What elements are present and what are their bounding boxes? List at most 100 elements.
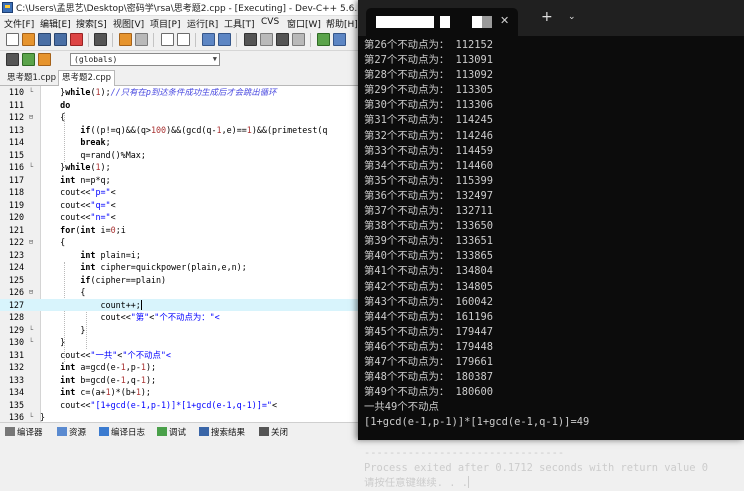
rebuild-icon[interactable] [292,33,305,46]
code-line[interactable]: 115 q=rand()%Max; [0,149,360,162]
code-line[interactable]: 118 cout<<"p="< [0,186,360,199]
code-line[interactable]: 114 break; [0,136,360,149]
fold-marker [26,399,36,412]
menu-window[interactable]: 窗口[W] [287,17,321,30]
code-line[interactable]: 131 cout<<"一共"<"个不动点"< [0,349,360,362]
save-icon[interactable] [38,33,51,46]
open-file-icon[interactable] [22,33,35,46]
code-line[interactable]: 130 └ } [0,336,360,349]
code-line[interactable]: 135 cout<<"[1+gcd(e-1,p-1)]*[1+gcd(e-1,q… [0,399,360,412]
tab-file-2[interactable]: 思考题2.cpp [58,70,116,86]
fold-marker [26,124,36,137]
code-line[interactable]: 128 cout<<"第"<"个不动点为："< [0,311,360,324]
compile-icon[interactable] [244,33,257,46]
tab-icon [440,16,450,28]
debug-tab[interactable]: 调试 [157,426,186,438]
console-line: 第33个不动点为： 114459 [364,144,494,157]
console-line: 第28个不动点为： 113092 [364,69,494,82]
line-number: 121 [8,224,24,235]
line-number: 117 [8,174,24,185]
fold-toggle-icon[interactable]: ⊟ [26,111,36,124]
terminal-tab[interactable]: ✕ [366,8,518,36]
find-icon[interactable] [161,33,174,46]
code-line[interactable]: 127 count++; [0,298,360,311]
terminal-tab-title [376,16,434,28]
compiler-tab-label: 编译器 [17,428,43,438]
code-line[interactable]: 125 if(cipher==plain) [0,274,360,287]
line-number: 124 [8,262,24,272]
toggle-bookmark-icon[interactable] [38,53,51,66]
code-text: }while(1); [40,162,111,172]
insert-icon[interactable] [22,53,35,66]
console-window[interactable]: ✕ + ⌄ 第26个不动点为： 112152 第27个不动点为： 113091 第2… [358,0,744,489]
menu-file[interactable]: 文件[F] [4,17,34,30]
code-line[interactable]: 111 do [0,99,360,112]
menu-view[interactable]: 视图[V] [113,17,144,30]
code-line[interactable]: 134 int c=(a+1)*(b+1); [0,386,360,399]
menu-project[interactable]: 项目[P] [150,17,180,30]
console-line: 第26个不动点为： 112152 [364,39,494,51]
code-line[interactable]: 132 int a=gcd(e-1,p-1); [0,361,360,374]
code-line[interactable]: 126 ⊟ { [0,286,360,299]
code-line[interactable]: 133 int b=gcd(e-1,q-1); [0,374,360,387]
close-panel-button[interactable]: 关闭 [259,426,288,438]
save-all-icon[interactable] [54,33,67,46]
new-file-icon[interactable] [6,33,19,46]
code-line[interactable]: 117 int n=p*q; [0,174,360,187]
menu-tools[interactable]: 工具[T] [224,17,255,30]
code-editor[interactable]: 110 └ }while(1);//只有在p到达条件成功生成后才会跳出循环 111 … [0,86,360,422]
code-line[interactable]: 129 └ } [0,324,360,337]
code-line[interactable]: 113 if((p!=q)&&(q>100)&&(gcd(q-1,e)==1)&… [0,124,360,137]
code-text: if((p!=q)&&(q>100)&&(gcd(q-1,e)==1)&&(pr… [80,124,328,135]
class-browser-icon[interactable] [6,53,19,66]
menu-help[interactable]: 帮助[H] [326,17,358,30]
menu-cvs[interactable]: CVS [261,17,279,27]
code-line[interactable]: 123 int plain=i; [0,249,360,262]
debug-icon[interactable] [317,33,330,46]
compile-log-tab[interactable]: 编译日志 [99,426,145,438]
compiler-tab[interactable]: 编译器 [5,426,43,438]
replace-icon[interactable] [177,33,190,46]
code-text: { [40,237,66,247]
chevron-down-icon[interactable]: ⌄ [568,12,576,22]
close-file-icon[interactable] [70,33,83,46]
code-line[interactable]: 112 ⊟ { [0,111,360,124]
tab-file-1[interactable]: 思考题1.cpp [4,71,59,85]
code-line[interactable]: 136 └} [0,411,360,422]
code-line[interactable]: 116 └ }while(1); [0,161,360,174]
stop-execution-icon[interactable] [333,33,346,46]
code-line[interactable]: 121 for(int i=0;i [0,224,360,237]
code-line[interactable]: 110 └ }while(1);//只有在p到达条件成功生成后才会跳出循环 [0,86,360,99]
line-number: 110 [8,87,24,97]
fold-toggle-icon[interactable]: ⊟ [26,236,36,249]
undo-icon[interactable] [119,33,132,46]
scope-combo[interactable]: (globals) ▼ [70,53,220,66]
code-line[interactable]: 119 cout<<"q="< [0,199,360,212]
close-icon[interactable]: ✕ [500,14,509,27]
console-line: 第37个不动点为： 132711 [364,205,494,218]
print-icon[interactable] [94,33,107,46]
code-line[interactable]: 120 cout<<"n="< [0,211,360,224]
menu-search[interactable]: 搜索[S] [76,17,107,30]
code-line[interactable]: 122 ⊟ { [0,236,360,249]
search-results-tab[interactable]: 搜索结果 [199,426,245,438]
run-icon[interactable] [260,33,273,46]
fold-toggle-icon[interactable]: ⊟ [26,286,36,299]
resources-tab[interactable]: 资源 [57,426,86,438]
line-number: 126 [8,287,24,297]
unindent-icon[interactable] [218,33,231,46]
menu-run[interactable]: 运行[R] [187,17,218,30]
code-line[interactable]: 124 int cipher=quickpower(plain,e,n); [0,261,360,274]
redo-icon[interactable] [135,33,148,46]
window-title: C:\Users\孟思艺\Desktop\密码学\rsa\思考题2.cpp - … [16,4,363,14]
menu-edit[interactable]: 编辑[E] [40,17,71,30]
compile-run-icon[interactable] [276,33,289,46]
new-tab-icon[interactable]: + [541,10,553,24]
code-text: } [40,412,46,422]
debug-tab-label: 调试 [169,428,187,438]
fold-marker [26,99,36,112]
fold-marker [26,386,36,399]
indent-icon[interactable] [202,33,215,46]
code-text: { [40,112,66,122]
code-text: cout<<"[1+gcd(e-1,p-1)]*[1+gcd(e-1,q-1)]… [40,399,277,410]
